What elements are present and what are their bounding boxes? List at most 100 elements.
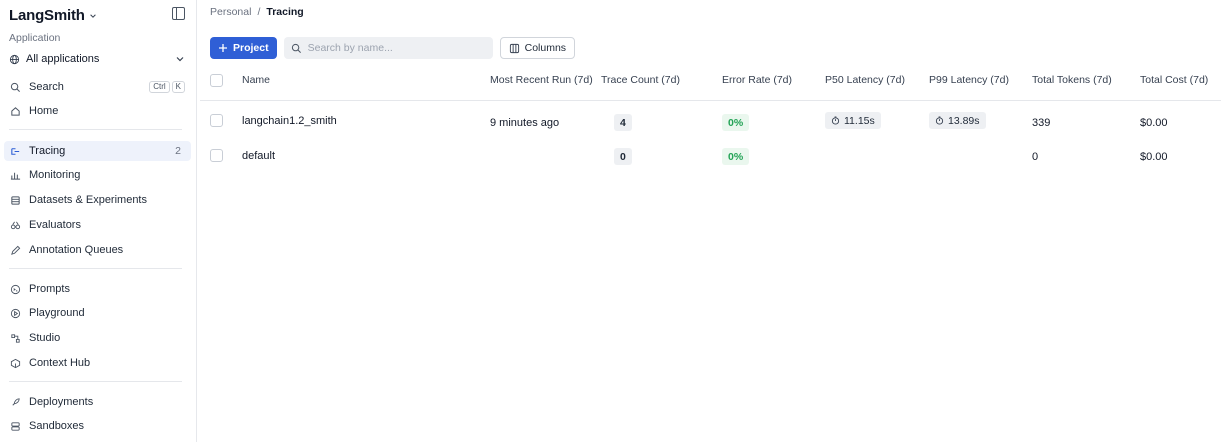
p99-latency-badge: 13.89s: [929, 112, 986, 129]
total-cost: $0.00: [1140, 117, 1168, 129]
globe-icon: [9, 54, 20, 64]
stopwatch-icon: [831, 116, 840, 125]
sidebar-item-label: Deployments: [29, 396, 94, 408]
tracing-icon: [9, 145, 21, 157]
sidebar-search-label: Search: [29, 81, 64, 93]
kbd-ctrl: Ctrl: [149, 81, 170, 93]
chevron-down-icon: [89, 13, 96, 18]
sidebar-toggle-icon[interactable]: [172, 7, 185, 20]
home-icon: [9, 105, 21, 117]
total-tokens: 339: [1032, 117, 1051, 129]
row-checkbox[interactable]: [210, 149, 223, 162]
breadcrumb-separator: /: [257, 6, 261, 18]
column-header-total-cost[interactable]: Total Cost (7d): [1140, 74, 1208, 86]
sidebar-item-label: Context Hub: [29, 357, 91, 369]
rocket-icon: [9, 396, 21, 408]
sidebar-item-tracing[interactable]: Tracing 2: [4, 141, 191, 161]
column-header-trace-count[interactable]: Trace Count (7d): [601, 74, 680, 86]
project-name[interactable]: default: [242, 150, 275, 162]
studio-icon: [9, 332, 21, 344]
sandbox-icon: [9, 420, 21, 432]
sidebar-item-prompts[interactable]: Prompts: [4, 279, 191, 299]
column-header-name[interactable]: Name: [242, 74, 270, 86]
p50-latency-badge: 11.15s: [825, 112, 881, 129]
breadcrumb-current: Tracing: [266, 6, 304, 18]
row-checkbox[interactable]: [210, 114, 223, 127]
new-project-button[interactable]: Project: [210, 37, 277, 59]
sidebar-item-label: Playground: [29, 307, 85, 319]
application-selector[interactable]: All applications: [9, 51, 185, 67]
search-input[interactable]: Search by name...: [283, 37, 493, 59]
breadcrumb: Personal / Tracing: [210, 6, 304, 18]
sidebar-item-annotation-queues[interactable]: Annotation Queues: [4, 240, 191, 260]
stopwatch-icon: [935, 116, 944, 125]
sidebar-item-monitoring[interactable]: Monitoring: [4, 165, 191, 185]
evaluators-icon: [9, 219, 21, 231]
sidebar-item-home[interactable]: Home: [4, 101, 191, 121]
trace-count-badge: 4: [614, 114, 632, 131]
column-header-recent-run[interactable]: Most Recent Run (7d): [490, 74, 593, 86]
column-header-p99-latency[interactable]: P99 Latency (7d): [929, 74, 1009, 86]
sidebar-item-label: Sandboxes: [29, 420, 85, 432]
most-recent-run: 9 minutes ago: [490, 117, 560, 129]
trace-count-badge: 0: [614, 148, 632, 165]
sidebar-item-label: Annotation Queues: [29, 244, 124, 256]
project-name[interactable]: langchain1.2_smith: [242, 115, 337, 127]
playground-icon: [9, 307, 21, 319]
monitoring-icon: [9, 169, 21, 181]
search-icon: [291, 43, 301, 53]
p50-latency-value: 11.15s: [844, 114, 875, 127]
sidebar-divider: [9, 129, 182, 130]
sidebar-item-evaluators[interactable]: Evaluators: [4, 215, 191, 235]
sidebar-divider: [9, 381, 182, 382]
search-icon: [9, 81, 21, 93]
search-placeholder: Search by name...: [307, 42, 393, 54]
column-header-error-rate[interactable]: Error Rate (7d): [722, 74, 792, 86]
table-row[interactable]: langchain1.2_smith 9 minutes ago 4 0% 11…: [200, 106, 1221, 140]
sidebar-item-label: Tracing: [29, 145, 66, 157]
toolbar: Project Search by name... Columns: [210, 37, 576, 59]
sidebar-item-deployments[interactable]: Deployments: [4, 392, 191, 412]
select-all-checkbox[interactable]: [210, 74, 223, 87]
breadcrumb-personal[interactable]: Personal: [210, 6, 251, 18]
plus-icon: [219, 44, 227, 52]
sidebar-item-sandboxes[interactable]: Sandboxes: [4, 416, 191, 436]
sidebar-item-context-hub[interactable]: Context Hub: [4, 353, 191, 373]
table-row[interactable]: default 0 0% 0 $0.00: [200, 141, 1221, 175]
brand-switcher[interactable]: LangSmith: [9, 7, 97, 24]
sidebar: LangSmith Application All applications S…: [0, 0, 197, 442]
column-header-p50-latency[interactable]: P50 Latency (7d): [825, 74, 905, 86]
brand-name: LangSmith: [9, 7, 85, 24]
sidebar-item-playground[interactable]: Playground: [4, 303, 191, 323]
table-header: Name Most Recent Run (7d) Trace Count (7…: [200, 70, 1221, 101]
sidebar-divider: [9, 268, 182, 269]
sidebar-item-label: Datasets & Experiments: [29, 194, 147, 206]
sidebar-item-label: Studio: [29, 332, 61, 344]
columns-icon: [509, 43, 519, 53]
pen-icon: [9, 244, 21, 256]
sidebar-item-studio[interactable]: Studio: [4, 328, 191, 348]
tracing-count-badge: 2: [175, 145, 181, 157]
sidebar-search[interactable]: Search Ctrl K: [4, 77, 191, 97]
columns-label: Columns: [524, 42, 567, 54]
kbd-k: K: [171, 81, 185, 93]
prompt-icon: [9, 283, 21, 295]
hub-icon: [9, 357, 21, 369]
column-header-total-tokens[interactable]: Total Tokens (7d): [1032, 74, 1112, 86]
sidebar-item-label: Monitoring: [29, 169, 81, 181]
total-cost: $0.00: [1140, 151, 1168, 163]
keyboard-shortcut: Ctrl K: [149, 81, 185, 93]
columns-button[interactable]: Columns: [499, 37, 576, 59]
sidebar-item-label: Prompts: [29, 283, 70, 295]
sidebar-item-label: Home: [29, 105, 59, 117]
sidebar-item-label: Evaluators: [29, 219, 81, 231]
sidebar-item-datasets[interactable]: Datasets & Experiments: [4, 190, 191, 210]
database-icon: [9, 194, 21, 206]
error-rate-badge: 0%: [722, 148, 750, 165]
error-rate-badge: 0%: [722, 114, 750, 131]
section-label: Application: [9, 32, 61, 44]
new-project-label: Project: [233, 42, 269, 54]
total-tokens: 0: [1032, 151, 1039, 163]
app-selector-label: All applications: [26, 53, 100, 65]
p99-latency-value: 13.89s: [948, 114, 980, 127]
